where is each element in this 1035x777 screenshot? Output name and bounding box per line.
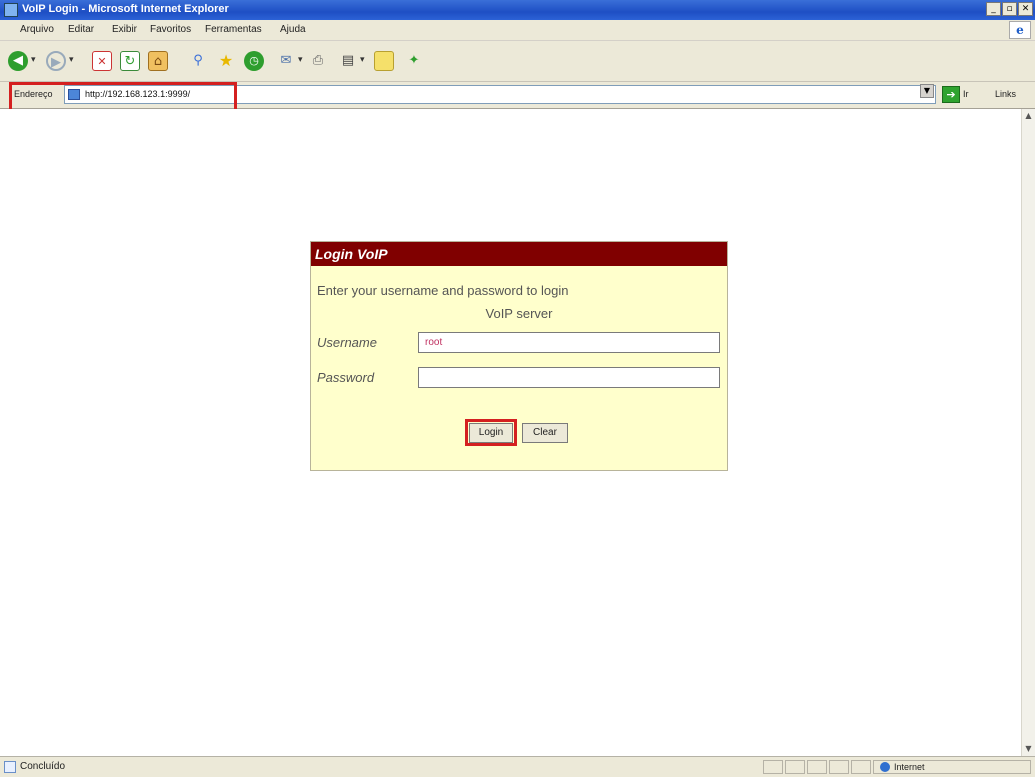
menu-item-editar[interactable]: Editar bbox=[68, 24, 94, 35]
address-highlight-box bbox=[9, 82, 237, 112]
ie-logo-icon: e bbox=[1009, 21, 1031, 39]
address-dropdown-icon[interactable]: ▼ bbox=[920, 84, 934, 98]
forward-icon[interactable]: ▶ bbox=[46, 51, 66, 71]
menu-item-ferramentas[interactable]: Ferramentas bbox=[205, 24, 262, 35]
scroll-down-icon[interactable]: ▼ bbox=[1022, 742, 1035, 756]
stop-icon[interactable]: ✕ bbox=[92, 51, 112, 71]
go-button[interactable]: Ir bbox=[963, 89, 969, 99]
login-button[interactable]: Login bbox=[469, 423, 513, 443]
messenger-icon[interactable]: ✦ bbox=[404, 51, 424, 71]
vertical-scrollbar[interactable]: ▲ ▼ bbox=[1021, 109, 1035, 756]
menu-bar: Arquivo Editar Exibir Favoritos Ferramen… bbox=[0, 20, 1035, 41]
toolbar: ◀ ▾ ▶ ▾ ✕ ↻ ⌂ ⚲ ★ ◷ ✉ ▾ ⎙ ▤ ▾ ✦ bbox=[0, 41, 1035, 82]
browser-window: VoIP Login - Microsoft Internet Explorer… bbox=[0, 0, 1035, 777]
print-icon[interactable]: ⎙ bbox=[308, 51, 328, 71]
status-bar: Concluído Internet bbox=[0, 756, 1035, 777]
back-icon[interactable]: ◀ bbox=[8, 51, 28, 71]
username-label: Username bbox=[317, 335, 377, 350]
security-zone: Internet bbox=[873, 760, 1031, 774]
status-pane bbox=[807, 760, 827, 774]
clear-button[interactable]: Clear bbox=[522, 423, 568, 443]
refresh-icon[interactable]: ↻ bbox=[120, 51, 140, 71]
menu-item-ajuda[interactable]: Ajuda bbox=[280, 24, 306, 35]
ie-page-icon bbox=[4, 3, 18, 17]
history-icon[interactable]: ◷ bbox=[244, 51, 264, 71]
close-button[interactable]: ✕ bbox=[1018, 2, 1033, 16]
password-label: Password bbox=[317, 370, 375, 385]
menu-item-exibir[interactable]: Exibir bbox=[112, 24, 137, 35]
window-title: VoIP Login - Microsoft Internet Explorer bbox=[22, 3, 229, 15]
window-controls: _ ▫ ✕ bbox=[986, 2, 1033, 16]
mail-icon[interactable]: ✉ bbox=[276, 51, 296, 71]
discuss-icon[interactable] bbox=[374, 51, 394, 71]
login-title: Login VoIP bbox=[315, 246, 388, 262]
menu-item-favoritos[interactable]: Favoritos bbox=[150, 24, 191, 35]
login-header: Login VoIP bbox=[311, 242, 727, 266]
go-arrow-icon[interactable]: ➔ bbox=[942, 86, 960, 103]
zone-label: Internet bbox=[894, 762, 925, 772]
status-pane bbox=[763, 760, 783, 774]
search-icon[interactable]: ⚲ bbox=[188, 51, 208, 71]
status-pane bbox=[829, 760, 849, 774]
status-pane bbox=[851, 760, 871, 774]
username-input[interactable] bbox=[418, 332, 720, 353]
password-input[interactable] bbox=[418, 367, 720, 388]
login-message: Enter your username and password to logi… bbox=[317, 283, 569, 298]
status-pane bbox=[785, 760, 805, 774]
favorites-star-icon[interactable]: ★ bbox=[216, 51, 236, 71]
edit-dropdown-icon[interactable]: ▾ bbox=[360, 55, 365, 65]
back-dropdown-icon[interactable]: ▾ bbox=[31, 55, 36, 65]
login-message-server: VoIP server bbox=[485, 306, 553, 318]
minimize-button[interactable]: _ bbox=[986, 2, 1001, 16]
menu-item-arquivo[interactable]: Arquivo bbox=[20, 24, 54, 35]
mail-dropdown-icon[interactable]: ▾ bbox=[298, 55, 303, 65]
links-button[interactable]: Links bbox=[995, 89, 1016, 99]
forward-dropdown-icon[interactable]: ▾ bbox=[69, 55, 74, 65]
globe-icon bbox=[880, 762, 890, 772]
page-done-icon bbox=[4, 761, 16, 773]
login-panel: Login VoIP Enter your username and passw… bbox=[310, 241, 728, 471]
maximize-button[interactable]: ▫ bbox=[1002, 2, 1017, 16]
status-text: Concluído bbox=[20, 761, 66, 772]
scroll-up-icon[interactable]: ▲ bbox=[1022, 109, 1035, 123]
title-bar: VoIP Login - Microsoft Internet Explorer… bbox=[0, 0, 1035, 20]
edit-icon[interactable]: ▤ bbox=[338, 51, 358, 71]
home-icon[interactable]: ⌂ bbox=[148, 51, 168, 71]
